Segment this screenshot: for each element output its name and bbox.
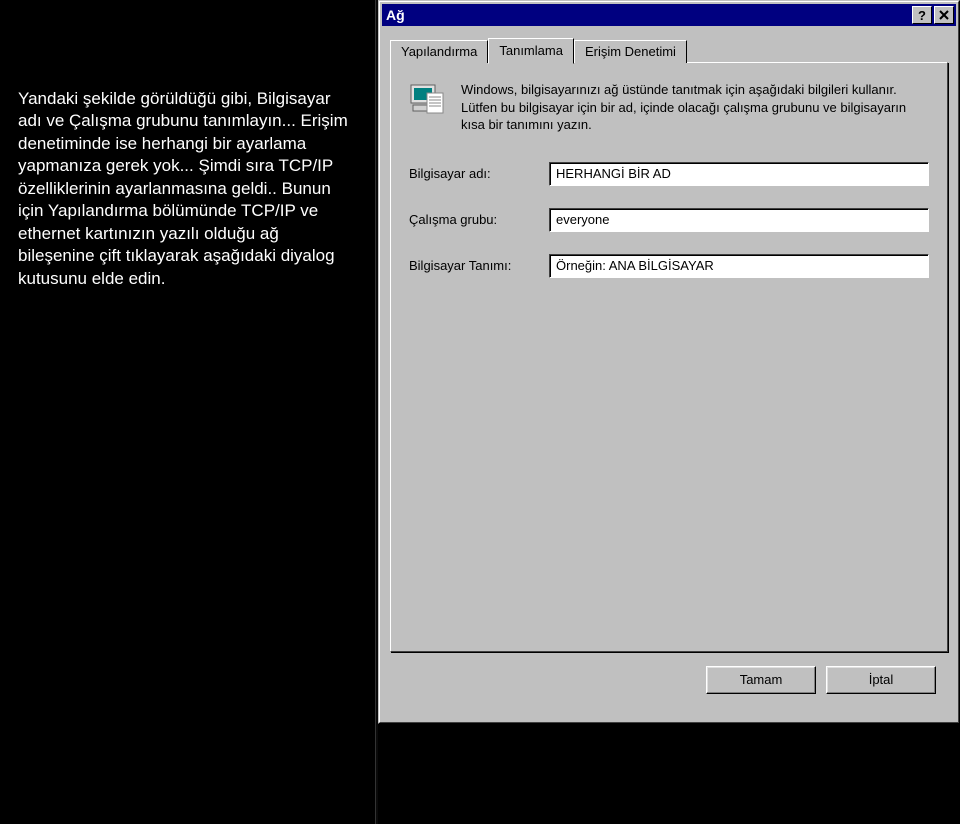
window-title: Ağ: [386, 4, 910, 26]
info-text: Windows, bilgisayarınızı ağ üstünde tanı…: [461, 81, 929, 134]
row-workgroup: Çalışma grubu:: [409, 208, 929, 232]
page-root: Yandaki şekilde görüldüğü gibi, Bilgisay…: [0, 0, 960, 824]
close-button[interactable]: [934, 6, 954, 24]
input-description[interactable]: [549, 254, 929, 278]
dialog-container: Ağ ?: [378, 0, 960, 824]
dialog-client: Yapılandırma Tanımlama Erişim Denetimi: [382, 26, 956, 702]
tabstrip: Yapılandırma Tanımlama Erişim Denetimi: [390, 36, 948, 62]
row-description: Bilgisayar Tanımı:: [409, 254, 929, 278]
dialog-button-row: Tamam İptal: [390, 652, 948, 694]
network-dialog: Ağ ?: [378, 0, 960, 724]
label-description: Bilgisayar Tanımı:: [409, 254, 549, 275]
computer-network-icon: [409, 83, 447, 121]
close-icon: [939, 10, 949, 20]
cancel-button[interactable]: İptal: [826, 666, 936, 694]
tabpanel-tanimlama: Windows, bilgisayarınızı ağ üstünde tanı…: [390, 62, 948, 652]
input-workgroup[interactable]: [549, 208, 929, 232]
ok-button[interactable]: Tamam: [706, 666, 816, 694]
input-computer-name[interactable]: [549, 162, 929, 186]
tab-erisim-denetimi[interactable]: Erişim Denetimi: [574, 40, 687, 63]
titlebar: Ağ ?: [382, 4, 956, 26]
left-instruction-panel: Yandaki şekilde görüldüğü gibi, Bilgisay…: [0, 0, 378, 824]
cancel-button-label: İptal: [869, 672, 894, 687]
help-button[interactable]: ?: [912, 6, 932, 24]
label-computer-name: Bilgisayar adı:: [409, 162, 549, 181]
row-computer-name: Bilgisayar adı:: [409, 162, 929, 186]
tab-label: Tanımlama: [499, 43, 563, 58]
info-row: Windows, bilgisayarınızı ağ üstünde tanı…: [409, 81, 929, 134]
label-workgroup: Çalışma grubu:: [409, 208, 549, 227]
tab-label: Yapılandırma: [401, 44, 477, 59]
tab-yapilandirma[interactable]: Yapılandırma: [390, 40, 488, 63]
ok-button-label: Tamam: [740, 672, 783, 687]
left-instruction-text: Yandaki şekilde görüldüğü gibi, Bilgisay…: [18, 88, 357, 290]
tab-label: Erişim Denetimi: [585, 44, 676, 59]
help-icon: ?: [918, 8, 926, 23]
tab-tanimlama[interactable]: Tanımlama: [488, 38, 574, 64]
